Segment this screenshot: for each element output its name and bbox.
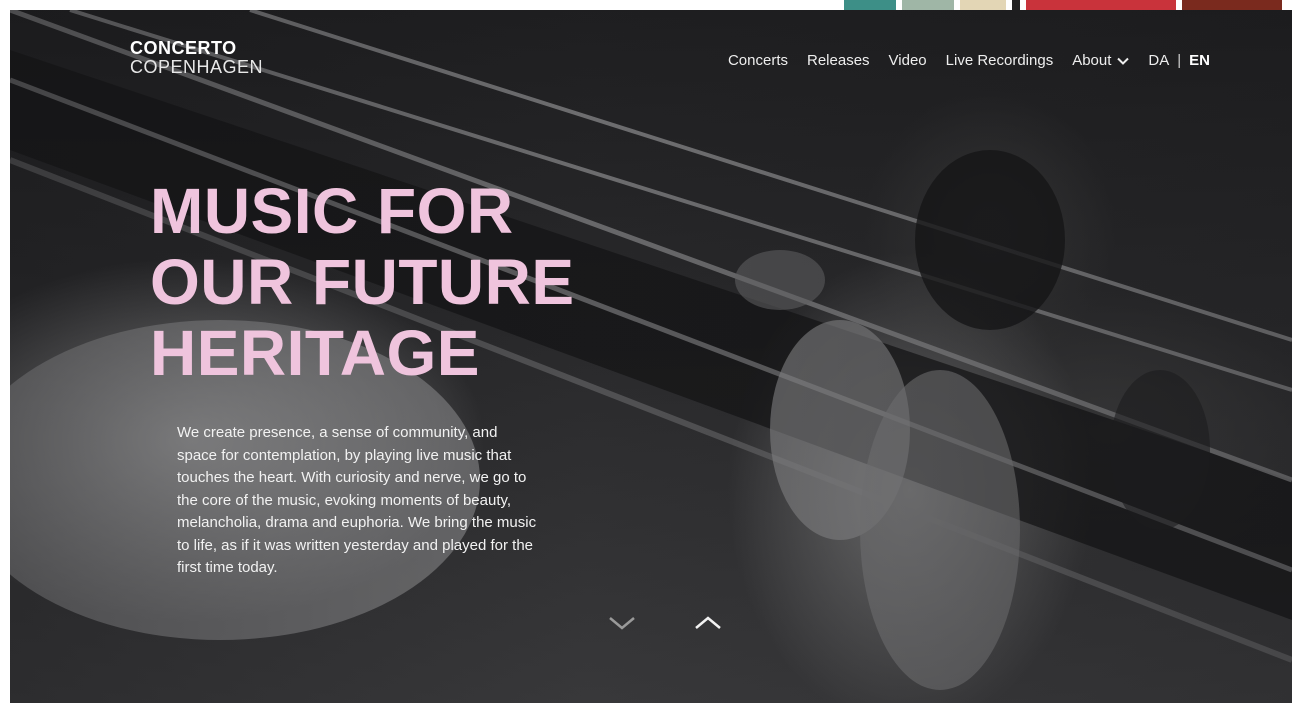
thumbnail <box>902 0 954 10</box>
headline-line-2: OUR FUTURE <box>150 246 575 318</box>
headline-line-3: HERITAGE <box>150 317 480 389</box>
nav-about-label: About <box>1072 52 1112 69</box>
thumbnail-strip <box>844 0 1282 10</box>
hero-headline: MUSIC FOR OUR FUTURE HERITAGE <box>150 176 575 389</box>
hero-section: CONCERTO COPENHAGEN Concerts Releases Vi… <box>10 10 1292 703</box>
chevron-down-icon <box>1117 57 1130 65</box>
nav-video[interactable]: Video <box>889 52 927 69</box>
nav-concerts[interactable]: Concerts <box>728 52 788 69</box>
language-switcher: DA | EN <box>1148 52 1210 69</box>
lang-separator: | <box>1177 52 1182 69</box>
scroll-controls <box>607 611 723 635</box>
page: CONCERTO COPENHAGEN Concerts Releases Vi… <box>0 0 1294 705</box>
logo[interactable]: CONCERTO COPENHAGEN <box>130 39 263 77</box>
thumbnail <box>1012 0 1020 10</box>
thumbnail <box>960 0 1006 10</box>
lang-da[interactable]: DA <box>1148 52 1169 69</box>
scroll-down-button[interactable] <box>607 611 637 635</box>
thumbnail <box>1026 0 1176 10</box>
logo-line-2: COPENHAGEN <box>130 57 264 77</box>
lang-en[interactable]: EN <box>1189 52 1210 69</box>
chevron-up-icon <box>695 616 721 629</box>
nav-about[interactable]: About <box>1072 52 1130 69</box>
main-nav: Concerts Releases Video Live Recordings … <box>728 52 1210 69</box>
headline-line-1: MUSIC FOR <box>150 175 514 247</box>
nav-live-recordings[interactable]: Live Recordings <box>946 52 1054 69</box>
nav-releases[interactable]: Releases <box>807 52 870 69</box>
logo-line-1: CONCERTO <box>130 38 237 58</box>
scroll-up-button[interactable] <box>693 611 723 635</box>
hero-intro-text: We create presence, a sense of community… <box>177 424 537 576</box>
chevron-down-icon <box>609 617 635 630</box>
thumbnail <box>844 0 896 10</box>
thumbnail <box>1182 0 1282 10</box>
